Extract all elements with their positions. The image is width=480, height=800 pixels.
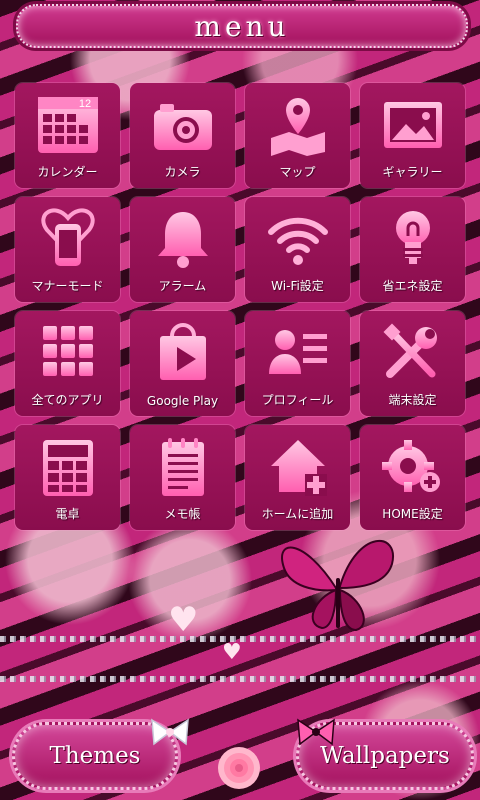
app-tile-google-play[interactable]: Google Play (130, 311, 235, 416)
google-play-icon (159, 323, 206, 380)
app-label: 端末設定 (388, 393, 437, 407)
app-label: メモ帳 (164, 507, 201, 521)
app-tile-add-to-home[interactable]: ホームに追加 (245, 425, 350, 530)
app-tile-home-settings[interactable]: HOME設定 (360, 425, 465, 530)
app-label: Google Play (146, 394, 219, 408)
app-label: マナーモード (31, 279, 104, 293)
app-tile-calculator[interactable]: 電卓 (15, 425, 120, 530)
calculator-icon (42, 440, 93, 496)
app-label: ホームに追加 (261, 507, 334, 521)
lightbulb-icon (395, 211, 430, 264)
app-tile-device-settings[interactable]: 端末設定 (360, 311, 465, 416)
app-label: 電卓 (55, 507, 80, 521)
app-label: 省エネ設定 (382, 279, 443, 293)
app-tile-all-apps[interactable]: 全てのアプリ (15, 311, 120, 416)
profile-icon (268, 330, 327, 374)
app-label: カメラ (164, 165, 201, 179)
heart-decoration: ♥ (168, 600, 199, 640)
camera-icon (153, 104, 212, 150)
chain-decoration (0, 636, 480, 642)
heart-decoration: ♥ (222, 640, 242, 665)
home-settings-icon (381, 440, 440, 492)
app-label: マップ (279, 165, 316, 179)
app-label: ギャラリー (382, 165, 443, 179)
app-tile-alarm[interactable]: アラーム (130, 197, 235, 302)
app-label: Wi-Fi設定 (271, 279, 324, 293)
app-label: プロフィール (261, 393, 334, 407)
app-label: HOME設定 (382, 507, 443, 521)
bow-icon (297, 718, 335, 746)
app-label: カレンダー (37, 165, 98, 179)
manner-mode-icon (40, 208, 95, 266)
app-tile-calendar[interactable]: 12 カレンダー (15, 83, 120, 188)
home-add-icon (270, 440, 327, 496)
bow-icon (151, 718, 189, 746)
app-label: アラーム (158, 279, 207, 293)
gallery-icon (383, 102, 442, 148)
app-tile-profile[interactable]: プロフィール (245, 311, 350, 416)
page-title: menu (194, 9, 290, 43)
app-tile-eco-settings[interactable]: 省エネ設定 (360, 197, 465, 302)
app-tile-wifi-settings[interactable]: Wi-Fi設定 (245, 197, 350, 302)
chain-decoration (0, 676, 480, 682)
app-tile-map[interactable]: マップ (245, 83, 350, 188)
notepad-icon (161, 438, 204, 496)
map-icon (270, 98, 325, 156)
app-grid-icon (42, 326, 93, 376)
app-label: 全てのアプリ (31, 393, 104, 407)
wifi-icon (267, 217, 328, 265)
calendar-day-badge: 12 (78, 98, 90, 110)
wallpapers-label: Wallpapers (320, 743, 450, 769)
menu-title-bar: menu (16, 4, 468, 48)
butterfly-icon (281, 540, 394, 632)
rose-icon (218, 747, 260, 789)
app-grid: 12 カレンダー カメラ マップ ギャラリー マナーモード アラーム Wi-Fi… (15, 83, 465, 530)
app-tile-gallery[interactable]: ギャラリー (360, 83, 465, 188)
tools-icon (383, 323, 437, 378)
app-tile-camera[interactable]: カメラ (130, 83, 235, 188)
app-tile-manner-mode[interactable]: マナーモード (15, 197, 120, 302)
bell-icon (157, 212, 208, 268)
calendar-icon: 12 (37, 97, 98, 153)
themes-label: Themes (49, 743, 141, 769)
app-tile-notepad[interactable]: メモ帳 (130, 425, 235, 530)
